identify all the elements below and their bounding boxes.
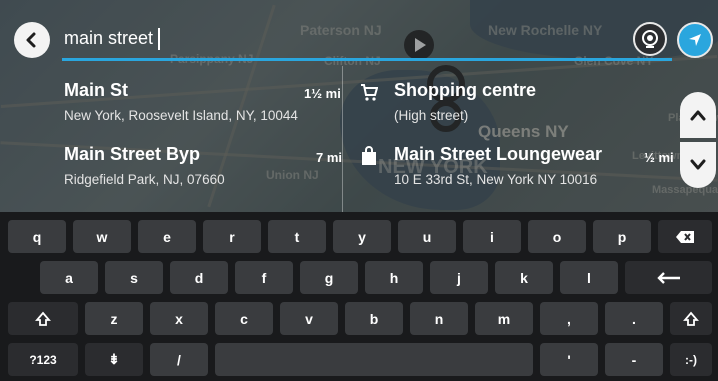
chevron-up-icon [690, 110, 706, 121]
key-y[interactable]: y [333, 220, 391, 253]
search-underline [62, 58, 672, 61]
scroll-down-button[interactable] [680, 142, 716, 188]
key-z[interactable]: z [85, 302, 143, 335]
result-name: Shopping centre [394, 80, 537, 100]
shopping-cart-icon [361, 84, 378, 101]
shift-key[interactable] [8, 302, 78, 335]
result-name: Main St [64, 80, 129, 100]
key-period[interactable]: . [605, 302, 663, 335]
key-p[interactable]: p [593, 220, 651, 253]
key-r[interactable]: r [203, 220, 261, 253]
result-name: Main Street Byp [64, 144, 201, 164]
search-input[interactable] [64, 24, 614, 52]
key-m[interactable]: m [475, 302, 533, 335]
location-pin-icon [642, 30, 658, 48]
shift-icon [35, 311, 51, 326]
shift-icon [683, 311, 699, 326]
chevron-down-icon [690, 159, 706, 170]
backspace-icon [676, 230, 694, 243]
shopping-bag-icon [362, 146, 376, 165]
key-a[interactable]: a [40, 261, 98, 294]
key-t[interactable]: t [268, 220, 326, 253]
key-h[interactable]: h [365, 261, 423, 294]
result-address: (High street) [394, 108, 469, 123]
key-comma[interactable]: , [540, 302, 598, 335]
search-result-item[interactable]: Shopping centre (High street) [361, 80, 674, 140]
back-button[interactable] [14, 22, 50, 58]
app-screen: Paterson NJ New Rochelle NY Parsippany N… [0, 0, 718, 381]
key-e[interactable]: e [138, 220, 196, 253]
key-s[interactable]: s [105, 261, 163, 294]
key-q[interactable]: q [8, 220, 66, 253]
key-w[interactable]: w [73, 220, 131, 253]
result-distance: ½ mi [644, 150, 674, 165]
shift-key-right[interactable] [670, 302, 712, 335]
search-result-item[interactable]: Main St 1½ mi New York, Roosevelt Island… [64, 80, 341, 140]
enter-key[interactable] [625, 261, 712, 294]
result-name: Main Street Loungewear [394, 144, 603, 164]
key-slash[interactable]: / [150, 343, 208, 376]
key-f[interactable]: f [235, 261, 293, 294]
arrow-left-icon [26, 32, 36, 48]
key-k[interactable]: k [495, 261, 553, 294]
column-divider [342, 66, 343, 212]
key-o[interactable]: o [528, 220, 586, 253]
key-d[interactable]: d [170, 261, 228, 294]
symbols-key[interactable]: ?123 [8, 343, 78, 376]
search-result-item[interactable]: Main Street Byp 7 mi Ridgefield Park, NJ… [64, 144, 342, 204]
navigation-arrow-icon [689, 34, 701, 46]
current-location-button[interactable] [677, 22, 713, 58]
backspace-key[interactable] [658, 220, 712, 253]
search-result-item[interactable]: Main Street Loungewear ½ mi 10 E 33rd St… [362, 144, 674, 204]
key-n[interactable]: n [410, 302, 468, 335]
result-address: 10 E 33rd St, New York NY 10016 [394, 172, 598, 187]
result-address: New York, Roosevelt Island, NY, 10044 [64, 108, 298, 123]
text-cursor [158, 28, 160, 50]
poi-button[interactable] [633, 22, 667, 56]
result-distance: 7 mi [316, 150, 343, 165]
result-distance: 1½ mi [304, 86, 341, 101]
key-l[interactable]: l [560, 261, 618, 294]
on-screen-keyboard: q w e r t y u i o p a s d f g h j k l z … [0, 212, 718, 381]
keyboard-settings-key[interactable]: ⇟ [85, 343, 143, 376]
enter-icon [656, 271, 680, 284]
key-v[interactable]: v [280, 302, 338, 335]
key-u[interactable]: u [398, 220, 456, 253]
search-bar [0, 18, 718, 64]
key-dash[interactable]: - [605, 343, 663, 376]
key-c[interactable]: c [215, 302, 273, 335]
key-j[interactable]: j [430, 261, 488, 294]
key-i[interactable]: i [463, 220, 521, 253]
key-x[interactable]: x [150, 302, 208, 335]
key-b[interactable]: b [345, 302, 403, 335]
scroll-up-button[interactable] [680, 92, 716, 138]
key-g[interactable]: g [300, 261, 358, 294]
emoji-key[interactable]: :-) [670, 343, 712, 376]
result-address: Ridgefield Park, NJ, 07660 [64, 172, 225, 187]
key-apostrophe[interactable]: ' [540, 343, 598, 376]
space-key[interactable] [215, 343, 533, 376]
